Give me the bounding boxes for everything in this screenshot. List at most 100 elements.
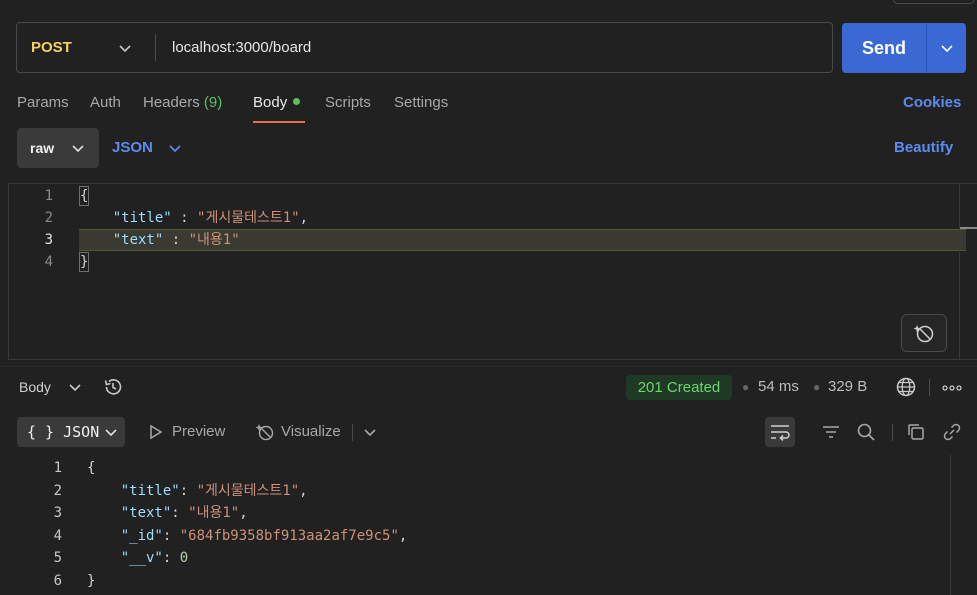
code-line: "_id": "684fb9358bf913aa2af7e9c5", <box>120 527 408 544</box>
visualize-button[interactable]: Visualize <box>281 422 341 442</box>
json-sep: : <box>171 210 198 226</box>
chevron-down-icon[interactable] <box>359 421 381 443</box>
send-button-group: Send <box>842 23 966 73</box>
response-scrollbar[interactable] <box>950 455 951 595</box>
url-bar: POST localhost:3000/board <box>16 22 833 73</box>
code-line: { <box>87 460 96 476</box>
code-line: "title" : "게시물테스트1", <box>79 207 308 229</box>
body-modified-dot <box>293 98 301 105</box>
code-line: "text": "내용1", <box>120 505 248 522</box>
line-number: 5 <box>53 550 62 567</box>
history-icon[interactable] <box>102 376 124 398</box>
toolbar-divider <box>352 424 353 441</box>
chevron-down-icon <box>72 145 84 153</box>
url-input[interactable]: localhost:3000/board <box>172 23 311 72</box>
chevron-down-icon[interactable] <box>117 40 133 56</box>
code-line: } <box>87 573 96 589</box>
link-icon[interactable] <box>941 421 963 443</box>
more-options-icon[interactable] <box>942 384 962 392</box>
code-line: "__v": 0 <box>120 550 189 567</box>
code-line: { <box>79 185 90 207</box>
json-value: "684fb9358bf913aa2af7e9c5" <box>179 527 399 544</box>
url-divider <box>155 34 156 61</box>
line-number: 3 <box>44 232 53 248</box>
response-divider <box>0 366 977 367</box>
separator-dot: ● <box>742 380 750 394</box>
status-badge[interactable]: 201 Created <box>626 375 732 400</box>
code-line: "text" : "내용1" <box>79 229 240 251</box>
chevron-down-icon[interactable] <box>167 140 183 156</box>
toolbar-divider <box>929 379 930 396</box>
body-language-select[interactable]: JSON <box>112 137 153 159</box>
scrollbar-marker <box>960 227 977 229</box>
response-size[interactable]: 329 B <box>828 377 867 397</box>
json-key: "title" <box>112 210 172 226</box>
cookies-link[interactable]: Cookies <box>903 92 961 114</box>
tab-body[interactable]: Body <box>253 92 301 114</box>
tab-body-label: Body <box>253 94 288 111</box>
json-value: 0 <box>179 550 189 567</box>
matched-brace: { <box>79 186 90 206</box>
body-mode-select[interactable]: raw <box>17 128 99 168</box>
json-key: "__v" <box>120 550 163 567</box>
code-line: "title": "게시물테스트1", <box>120 482 308 499</box>
editor-scrollbar[interactable] <box>959 184 960 359</box>
preview-button[interactable]: Preview <box>172 422 225 442</box>
tab-scripts[interactable]: Scripts <box>325 92 371 114</box>
view-mode-label: { } JSON <box>27 423 100 441</box>
response-section-select[interactable]: Body <box>19 377 51 397</box>
line-number: 6 <box>53 573 62 589</box>
beautify-button[interactable]: Beautify <box>894 137 953 159</box>
json-sep: : <box>163 232 189 248</box>
json-value: "내용1" <box>188 232 240 248</box>
line-number: 2 <box>53 482 62 499</box>
json-key: "_id" <box>120 527 163 544</box>
body-mode-label: raw <box>30 140 55 156</box>
line-number: 3 <box>53 505 62 522</box>
tab-headers-label: Headers <box>143 94 200 111</box>
json-key: "text" <box>112 232 164 248</box>
line-number: 1 <box>53 460 62 476</box>
tab-headers[interactable]: Headers (9) <box>143 92 222 114</box>
request-body-editor[interactable]: 1 2 3 4 { "title" : "게시물테스트1", "text" : … <box>8 183 977 360</box>
response-time[interactable]: 54 ms <box>758 377 799 397</box>
send-divider <box>926 23 927 73</box>
chevron-down-icon[interactable] <box>939 40 955 56</box>
visualize-icon[interactable] <box>254 421 276 443</box>
method-select[interactable]: POST <box>31 23 72 72</box>
line-number: 4 <box>44 254 53 270</box>
chevron-down-icon[interactable] <box>67 379 83 395</box>
json-comma: , <box>239 505 248 522</box>
separator-dot: ● <box>813 380 821 394</box>
chevron-down-icon <box>105 429 117 437</box>
json-key: "text" <box>120 505 172 522</box>
line-number: 4 <box>53 527 62 544</box>
json-key: "title" <box>120 482 180 499</box>
wrap-lines-button[interactable] <box>765 417 795 447</box>
globe-icon[interactable] <box>895 376 917 398</box>
tab-auth[interactable]: Auth <box>90 92 121 114</box>
tab-settings[interactable]: Settings <box>394 92 448 114</box>
ai-assist-button[interactable] <box>901 314 947 352</box>
active-tab-indicator <box>253 121 305 123</box>
headers-count-badge: (9) <box>203 94 223 111</box>
wrap-icon <box>771 425 790 442</box>
copy-icon[interactable] <box>905 421 927 443</box>
json-value: "게시물테스트1" <box>196 482 300 499</box>
send-button[interactable]: Send <box>842 23 926 73</box>
code-line: } <box>79 251 90 273</box>
search-icon[interactable] <box>855 421 877 443</box>
json-comma: , <box>398 527 408 544</box>
matched-brace: } <box>79 252 90 272</box>
line-number: 2 <box>44 210 53 226</box>
json-value: "내용1" <box>188 505 240 522</box>
play-icon[interactable] <box>145 421 167 443</box>
json-value: "게시물테스트1" <box>197 210 300 226</box>
json-comma: , <box>299 210 309 226</box>
filter-icon[interactable] <box>820 421 842 443</box>
response-view-select[interactable]: { } JSON <box>17 417 125 447</box>
json-comma: , <box>299 482 308 499</box>
tab-params[interactable]: Params <box>17 92 69 114</box>
toolbar-divider <box>892 424 893 441</box>
top-toolbar-edge <box>893 0 975 4</box>
